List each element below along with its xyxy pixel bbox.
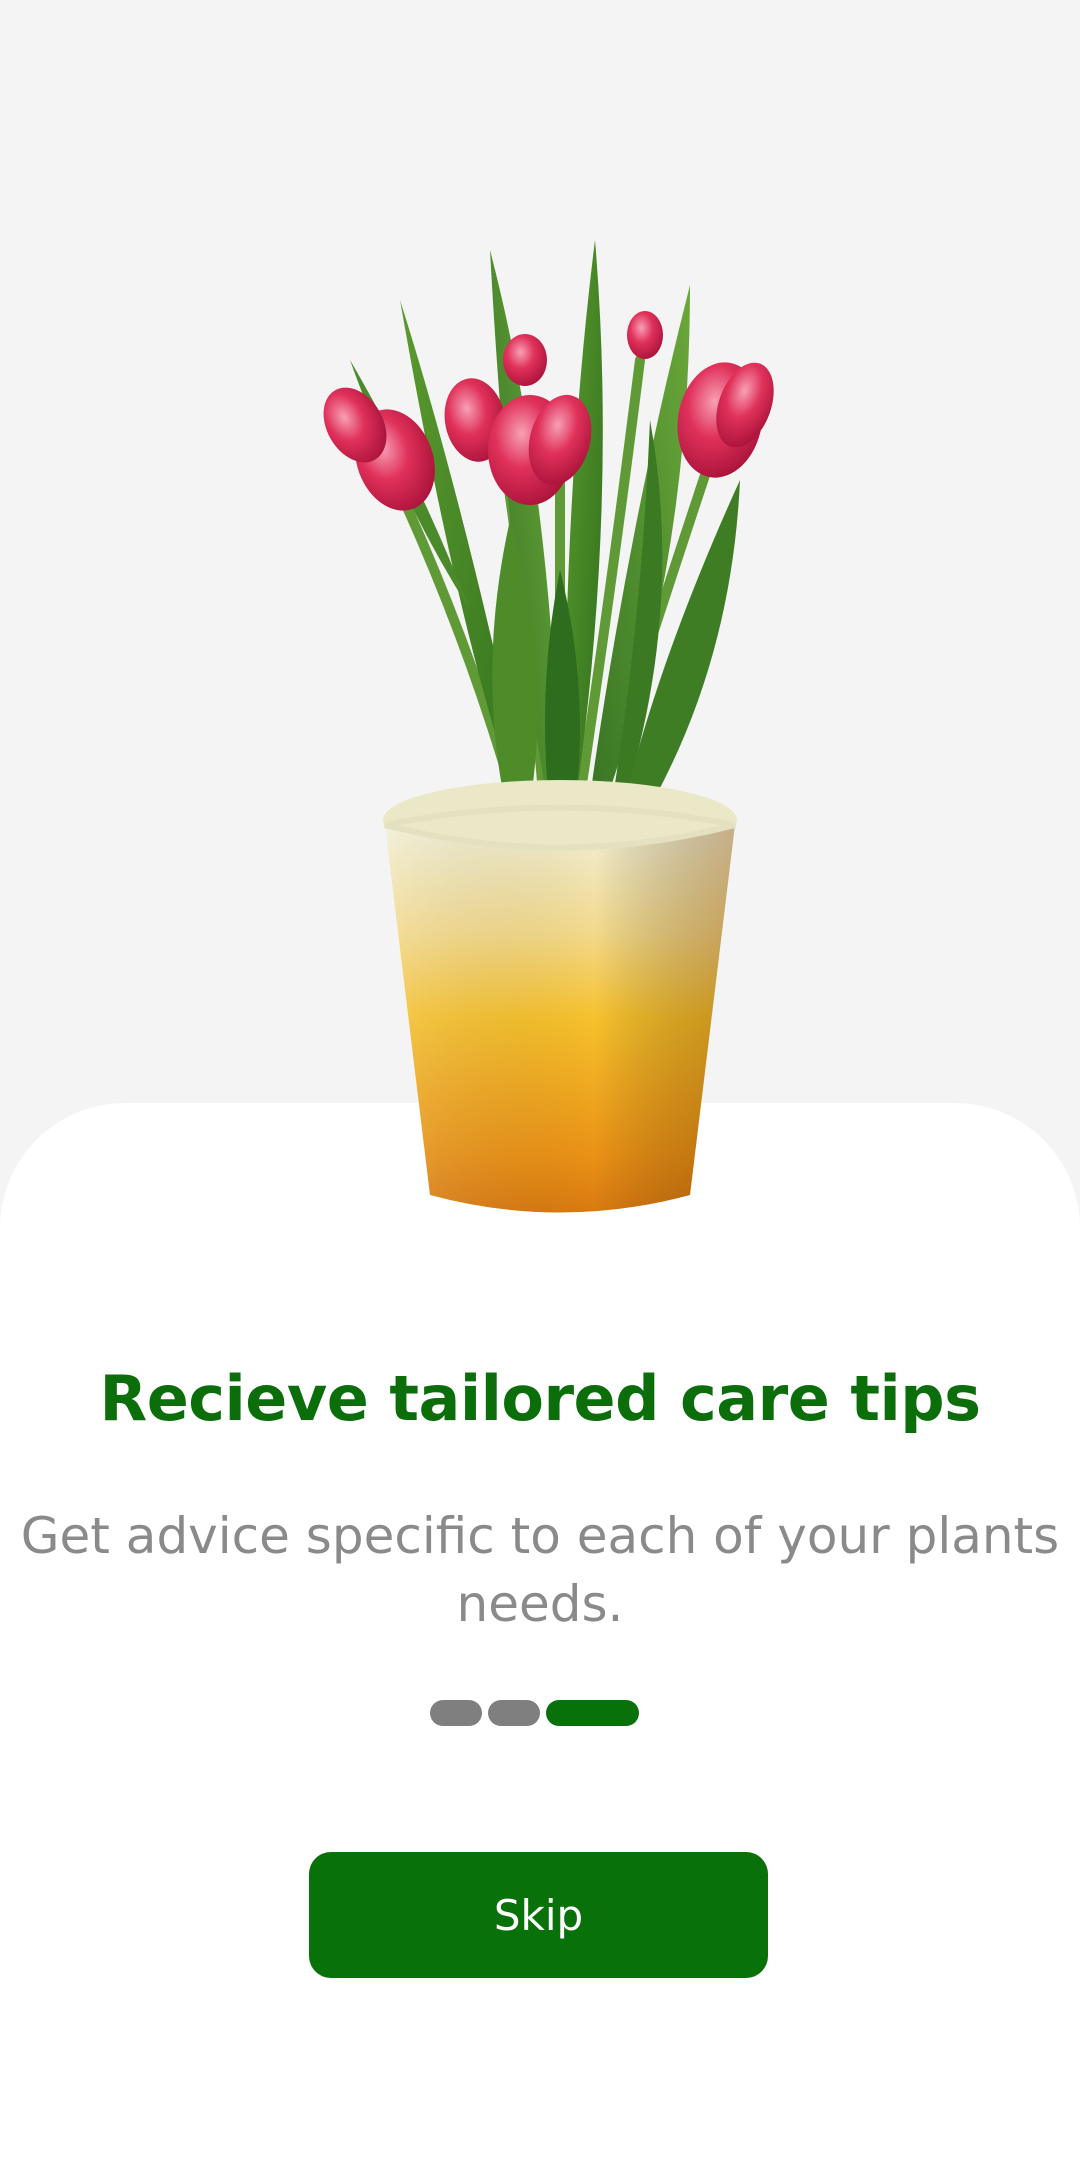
page-indicator [430, 1700, 639, 1728]
onboarding-subtitle: Get advice specific to each of your plan… [20, 1507, 1060, 1633]
page-indicator-dot-3-active [546, 1700, 639, 1726]
page-indicator-dot-2 [488, 1700, 540, 1726]
hero-plant-image [323, 240, 774, 880]
onboarding-title: Recieve tailored care tips [99, 1362, 981, 1435]
skip-button[interactable]: Skip [309, 1852, 768, 1978]
bottom-sheet [0, 1103, 1080, 2182]
page-indicator-dot-1 [430, 1700, 482, 1726]
